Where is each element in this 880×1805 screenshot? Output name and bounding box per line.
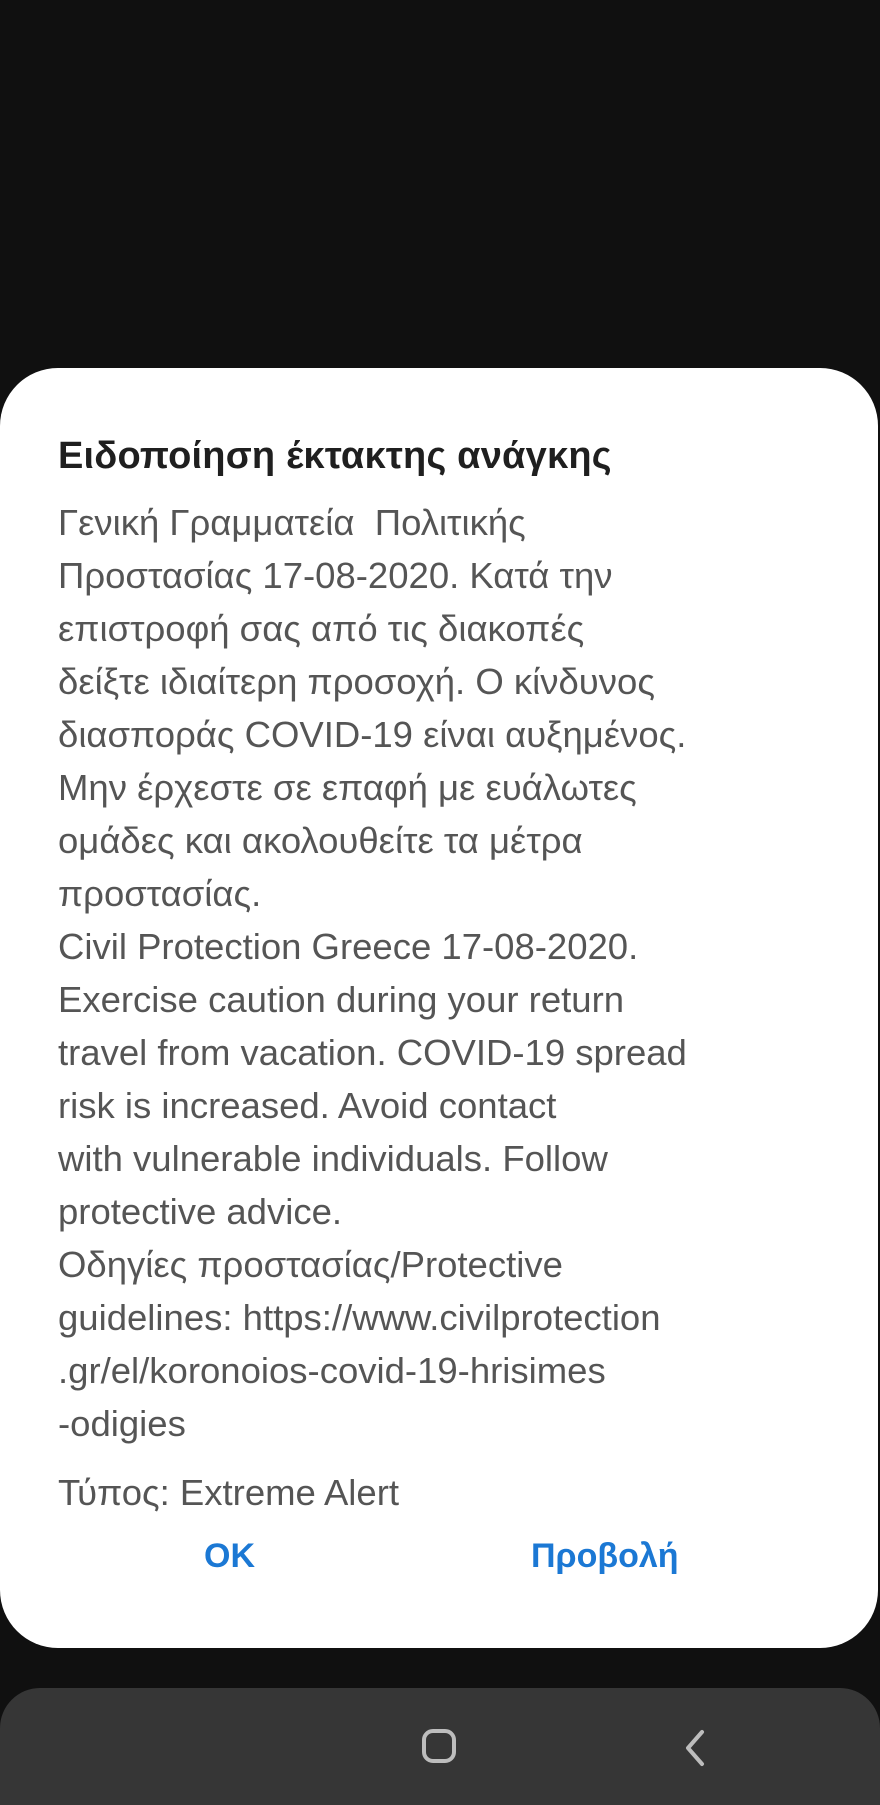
alert-type: Τύπος: Extreme Alert — [58, 1472, 399, 1513]
dialog-actions: OK Προβολή — [0, 1526, 878, 1586]
message-line: προστασίας. — [58, 873, 262, 914]
message-line: δείξτε ιδιαίτερη προσοχή. Ο κίνδυνος — [58, 661, 655, 702]
message-line: .gr/el/koronoios-covid-19-hrisimes — [58, 1350, 606, 1391]
ok-button[interactable]: OK — [204, 1526, 255, 1586]
back-icon[interactable] — [676, 1726, 716, 1770]
message-line: Γενική Γραμματεία Πολιτικής — [58, 502, 526, 543]
message-line: risk is increased. Avoid contact — [58, 1085, 557, 1126]
message-line: Προστασίας 17-08-2020. Κατά την — [58, 555, 613, 596]
message-line: Civil Protection Greece 17-08-2020. — [58, 926, 639, 967]
home-icon[interactable] — [422, 1729, 456, 1763]
message-line: Exercise caution during your return — [58, 979, 625, 1020]
emergency-alert-dialog: Ειδοποίηση έκτακτης ανάγκης Γενική Γραμμ… — [0, 368, 878, 1648]
message-line: travel from vacation. COVID-19 spread — [58, 1032, 687, 1073]
message-line: protective advice. — [58, 1191, 343, 1232]
message-line: -odigies — [58, 1403, 186, 1444]
message-line: επιστροφή σας από τις διακοπές — [58, 608, 585, 649]
message-line: Οδηγίες προστασίας/Protective — [58, 1244, 563, 1285]
navigation-bar — [0, 1648, 880, 1805]
message-line: ομάδες και ακολουθείτε τα μέτρα — [58, 820, 583, 861]
dialog-title: Ειδοποίηση έκτακτης ανάγκης — [58, 435, 612, 477]
message-line: Μην έρχεστε σε επαφή με ευάλωτες — [58, 767, 637, 808]
message-line: guidelines: https://www.civilprotection — [58, 1297, 661, 1338]
message-line: with vulnerable individuals. Follow — [58, 1138, 608, 1179]
alert-message: Γενική Γραμματεία Πολιτικής Προστασίας 1… — [58, 496, 820, 1450]
view-button[interactable]: Προβολή — [531, 1526, 679, 1586]
message-line: διασποράς COVID-19 είναι αυξημένος. — [58, 714, 687, 755]
